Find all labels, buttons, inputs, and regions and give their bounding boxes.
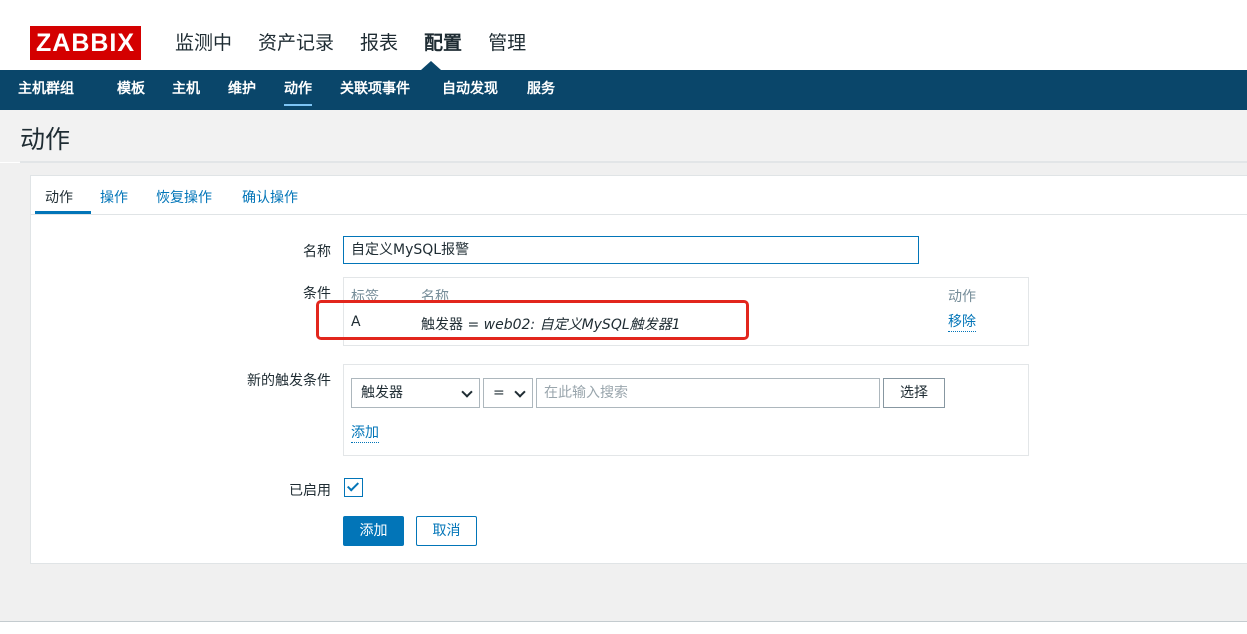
active-menu-caret-icon: [421, 61, 441, 70]
add-condition-link[interactable]: 添加: [351, 425, 379, 443]
conditions-label: 条件: [303, 286, 331, 302]
tab-acknowledge-operations[interactable]: 确认操作: [242, 187, 298, 207]
cancel-button[interactable]: 取消: [416, 516, 477, 546]
title-band: [0, 110, 1247, 162]
page-title: 动作: [20, 125, 71, 154]
main-menu-configuration[interactable]: 配置: [424, 30, 462, 56]
zabbix-logo[interactable]: ZABBIX: [30, 26, 142, 60]
condition-type-value: 触发器: [361, 385, 403, 401]
chevron-down-icon: [461, 386, 473, 398]
name-label: 名称: [303, 244, 331, 260]
condition-operator-value: =: [493, 385, 505, 401]
condition-search-input[interactable]: 在此输入搜索: [536, 378, 880, 408]
top-header: ZABBIX 监测中 资产记录 报表 配置 管理: [0, 0, 1247, 70]
subnav-hosts[interactable]: 主机: [172, 70, 200, 108]
subnav-host-groups[interactable]: 主机群组: [18, 70, 74, 108]
add-button[interactable]: 添加: [343, 516, 404, 546]
highlight-annotation: [316, 300, 749, 340]
checkmark-icon: [346, 479, 360, 492]
select-button[interactable]: 选择: [883, 378, 945, 408]
main-menu-monitoring[interactable]: 监测中: [175, 30, 232, 56]
subnav-maintenance[interactable]: 维护: [228, 70, 256, 108]
subnav-templates[interactable]: 模板: [117, 70, 145, 108]
subnav-actions[interactable]: 动作: [284, 70, 312, 106]
subnav-correlation[interactable]: 关联项事件: [340, 70, 410, 108]
remove-condition-link[interactable]: 移除: [948, 314, 976, 332]
subnav-services[interactable]: 服务: [527, 70, 555, 108]
condition-type-select[interactable]: 触发器: [351, 378, 480, 408]
main-menu-inventory[interactable]: 资产记录: [258, 30, 334, 56]
sub-navigation: 主机群组 模板 主机 维护 动作 关联项事件 自动发现 服务: [0, 70, 1247, 110]
form-tabs: 动作 操作 恢复操作 确认操作: [31, 176, 1247, 215]
new-condition-box: 触发器 = 在此输入搜索 选择 添加: [343, 364, 1029, 456]
zabbix-action-page: ZABBIX 监测中 资产记录 报表 配置 管理 主机群组 模板 主机 维护 动…: [0, 0, 1247, 634]
tab-action[interactable]: 动作: [45, 187, 73, 207]
conditions-header-action: 动作: [948, 289, 976, 305]
main-menu-reports[interactable]: 报表: [360, 30, 398, 56]
condition-operator-select[interactable]: =: [483, 378, 533, 408]
chevron-down-icon: [514, 386, 526, 398]
enabled-checkbox[interactable]: [344, 478, 363, 497]
enabled-label: 已启用: [289, 483, 331, 499]
tab-operations[interactable]: 操作: [100, 187, 128, 207]
subnav-discovery[interactable]: 自动发现: [442, 70, 498, 108]
new-condition-label: 新的触发条件: [247, 373, 331, 389]
footer-divider: [0, 621, 1247, 622]
main-menu: 监测中 资产记录 报表 配置 管理: [175, 30, 552, 56]
action-form-panel: 动作 操作 恢复操作 确认操作 名称 自定义MySQL报警 条件 标签 名称 动…: [30, 175, 1247, 564]
tab-recovery-operations[interactable]: 恢复操作: [156, 187, 212, 207]
main-menu-administration[interactable]: 管理: [488, 30, 526, 56]
active-tab-indicator: [35, 211, 91, 214]
name-input[interactable]: 自定义MySQL报警: [343, 236, 919, 264]
